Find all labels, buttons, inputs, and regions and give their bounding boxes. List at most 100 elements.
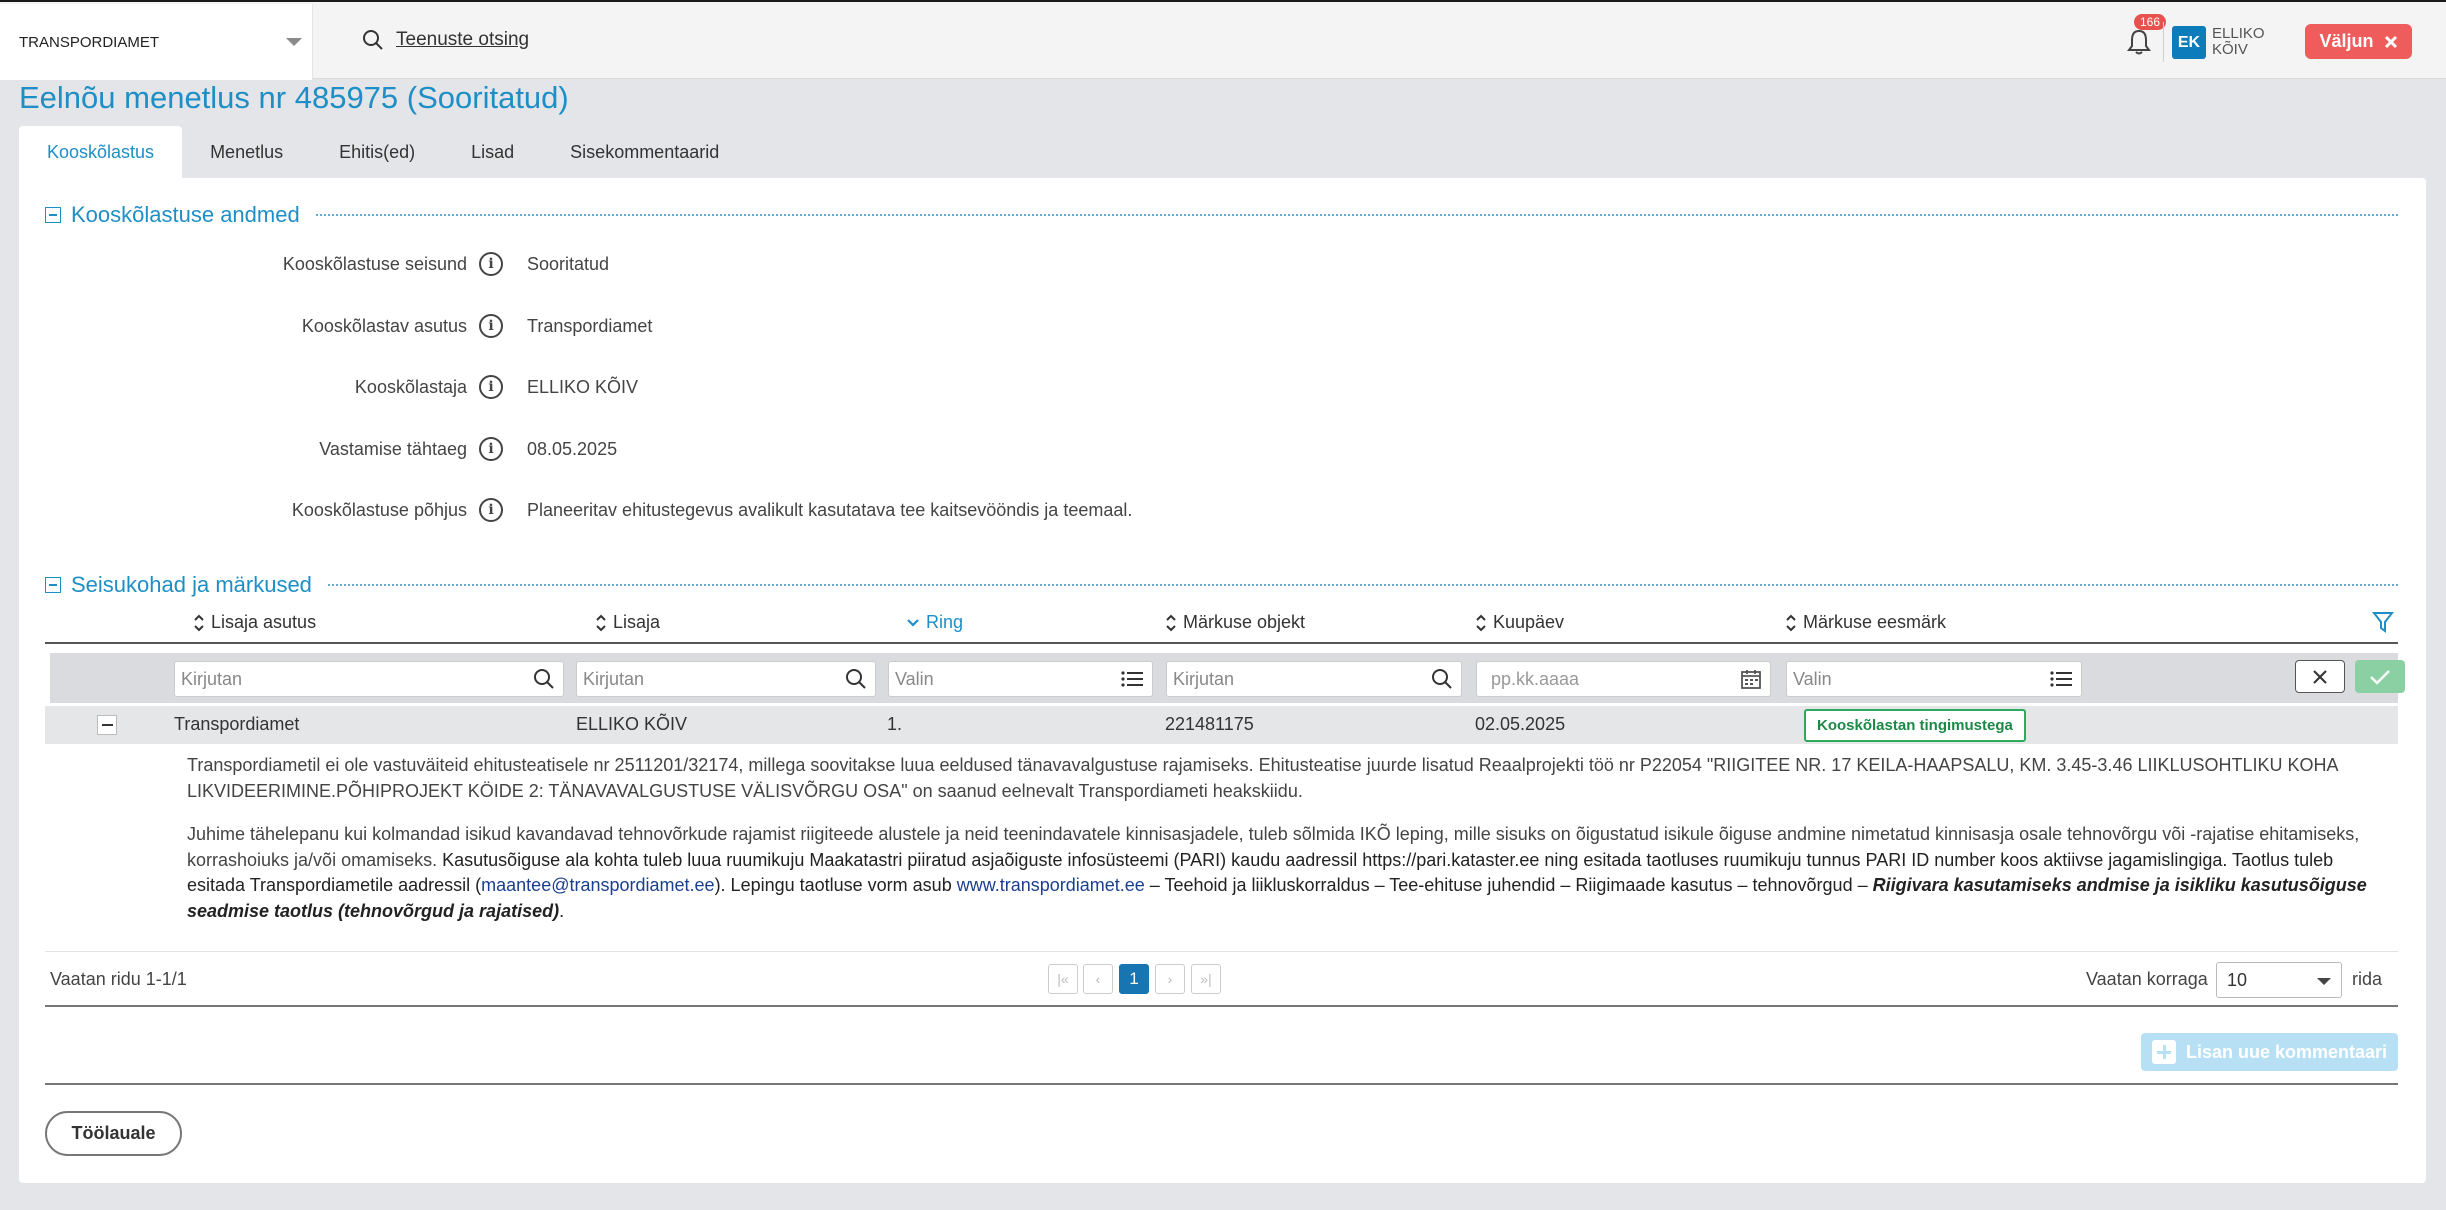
field-deadline: Vastamise tähtaeg i 08.05.2025 <box>19 434 1519 464</box>
sort-icon <box>1166 614 1176 631</box>
purpose-filter-select[interactable]: Valin <box>1786 661 2082 697</box>
page-title: Eelnõu menetlus nr 485975 (Sooritatud) <box>19 80 569 115</box>
placeholder: Valin <box>895 668 934 689</box>
field-approver: Kooskõlastaja i ELLIKO KÕIV <box>19 372 1519 402</box>
service-search-label: Teenuste otsing <box>396 29 530 50</box>
next-page-button[interactable]: › <box>1155 964 1185 994</box>
date-filter-input[interactable]: pp.kk.aaaa <box>1476 661 1771 697</box>
service-search[interactable]: Teenuste otsing <box>362 29 529 51</box>
divider <box>45 951 2398 952</box>
top-bar: TRANSPORDIAMET Teenuste otsing 166 EK EL… <box>0 0 2446 80</box>
column-header-label: Kuupäev <box>1493 612 1565 632</box>
per-page-select[interactable]: 10 <box>2216 962 2342 998</box>
tab-kooskolastus[interactable]: Kooskõlastus <box>19 126 183 178</box>
round-filter-select[interactable]: Valin <box>888 661 1153 697</box>
placeholder: Kirjutan <box>1173 668 1235 689</box>
website-link[interactable]: www.transpordiamet.ee <box>957 875 1145 895</box>
divider <box>315 214 2398 216</box>
notification-count-badge: 166 <box>2134 14 2167 30</box>
cell-round: 1. <box>887 714 903 734</box>
bell-icon[interactable] <box>2126 28 2152 56</box>
sort-icon <box>1786 614 1796 631</box>
column-header-object[interactable]: Märkuse objekt <box>1165 612 1305 633</box>
placeholder: Kirjutan <box>181 668 243 689</box>
info-icon[interactable]: i <box>479 252 503 276</box>
pagination: Vaatan ridu 1-1/1 |« ‹ 1 › »| Vaatan kor… <box>45 959 2398 1007</box>
main-panel: Kooskõlastuse andmed Kooskõlastuse seisu… <box>19 178 2426 1183</box>
collapse-icon[interactable] <box>45 577 61 593</box>
last-page-button[interactable]: »| <box>1191 964 1221 994</box>
page-1-button[interactable]: 1 <box>1119 964 1149 994</box>
per-page-suffix: rida <box>2352 969 2383 989</box>
cell-author: ELLIKO KÕIV <box>576 714 688 734</box>
close-icon <box>2313 669 2327 684</box>
collapse-icon[interactable] <box>45 207 61 223</box>
agency-filter-input[interactable]: Kirjutan <box>174 661 564 697</box>
column-header-agency[interactable]: Lisaja asutus <box>193 612 316 633</box>
field-status: Kooskõlastuse seisund i Sooritatud <box>19 249 1519 279</box>
divider <box>45 1005 2398 1007</box>
tab-menetlus[interactable]: Menetlus <box>182 126 311 178</box>
column-header-label: Märkuse objekt <box>1183 612 1306 632</box>
author-filter-input[interactable]: Kirjutan <box>576 661 876 697</box>
clear-filters-button[interactable] <box>2295 660 2345 693</box>
field-value: Planeeritav ehitustegevus avalikult kasu… <box>527 499 1133 520</box>
logout-button[interactable]: Väljun <box>2305 24 2412 59</box>
row-collapse-button[interactable] <box>97 715 117 735</box>
list-icon <box>1121 671 1143 687</box>
info-icon[interactable]: i <box>479 498 503 522</box>
email-link[interactable]: maantee@transpordiamet.ee <box>481 875 714 895</box>
sort-icon <box>194 614 204 631</box>
filter-row: Kirjutan Kirjutan Valin Kirjutan pp.kk.a… <box>50 653 2405 703</box>
search-icon <box>1432 669 1452 689</box>
first-page-button[interactable]: |« <box>1048 964 1078 994</box>
back-to-dashboard-button[interactable]: Töölauale <box>45 1111 182 1156</box>
tab-ehitised[interactable]: Ehitis(ed) <box>311 126 443 178</box>
tab-lisad[interactable]: Lisad <box>443 126 542 178</box>
cell-object: 221481175 <box>1165 714 1254 734</box>
calendar-icon <box>1741 670 1761 689</box>
organization-select[interactable]: TRANSPORDIAMET <box>0 4 313 80</box>
field-value: 08.05.2025 <box>527 438 618 459</box>
info-icon[interactable]: i <box>479 375 503 399</box>
chevron-down-icon <box>2317 978 2331 985</box>
placeholder: Valin <box>1793 668 1832 689</box>
remarks-section-title: Seisukohad ja märkused <box>71 572 312 597</box>
field-label: Kooskõlastuse põhjus <box>291 499 467 520</box>
object-filter-input[interactable]: Kirjutan <box>1166 661 1462 697</box>
placeholder: Kirjutan <box>583 668 645 689</box>
close-icon <box>2384 35 2397 48</box>
column-header-label: Ring <box>926 612 964 632</box>
apply-filters-button[interactable] <box>2355 660 2405 693</box>
info-icon[interactable]: i <box>479 437 503 461</box>
field-label: Kooskõlastav asutus <box>301 315 467 336</box>
search-icon <box>534 669 554 689</box>
user-name[interactable]: ELLIKO KÕIV <box>2212 26 2272 58</box>
table-header: Lisaja asutus Lisaja Ring Märkuse objekt… <box>45 608 2398 644</box>
per-page-label: Vaatan korraga <box>2086 969 2208 989</box>
sort-icon <box>596 614 606 631</box>
column-header-date[interactable]: Kuupäev <box>1475 612 1564 633</box>
comment-paragraph-1: Transpordiametil ei ole vastuväiteid ehi… <box>187 755 2338 801</box>
column-header-author[interactable]: Lisaja <box>595 612 660 633</box>
add-comment-button[interactable]: Lisan uue kommentaari <box>2141 1033 2398 1071</box>
tab-sisekommentaarid[interactable]: Sisekommentaarid <box>542 126 747 178</box>
prev-page-button[interactable]: ‹ <box>1083 964 1113 994</box>
column-header-round[interactable]: Ring <box>906 612 963 633</box>
avatar[interactable]: EK <box>2172 26 2206 59</box>
remarks-section-header: Seisukohad ja märkused <box>45 572 2398 598</box>
pagination-info: Vaatan ridu 1-1/1 <box>50 969 187 989</box>
column-header-label: Lisaja asutus <box>211 612 317 632</box>
field-value: ELLIKO KÕIV <box>527 376 639 397</box>
field-reason: Kooskõlastuse põhjus i Planeeritav ehitu… <box>19 495 1519 525</box>
filter-icon[interactable] <box>2372 610 2394 634</box>
sort-desc-icon <box>907 618 919 627</box>
table-row[interactable]: Transpordiamet ELLIKO KÕIV 1. 221481175 … <box>45 706 2398 744</box>
column-header-purpose[interactable]: Märkuse eesmärk <box>1785 612 1946 633</box>
organization-select-value: TRANSPORDIAMET <box>19 33 160 51</box>
comment-text: ). Lepingu taotluse vorm asub <box>714 875 957 895</box>
cell-date: 02.05.2025 <box>1475 714 1566 734</box>
info-icon[interactable]: i <box>479 314 503 338</box>
comment-paragraph-2: Juhime tähelepanu kui kolmandad isikud k… <box>187 822 2392 924</box>
list-icon <box>2050 671 2072 687</box>
